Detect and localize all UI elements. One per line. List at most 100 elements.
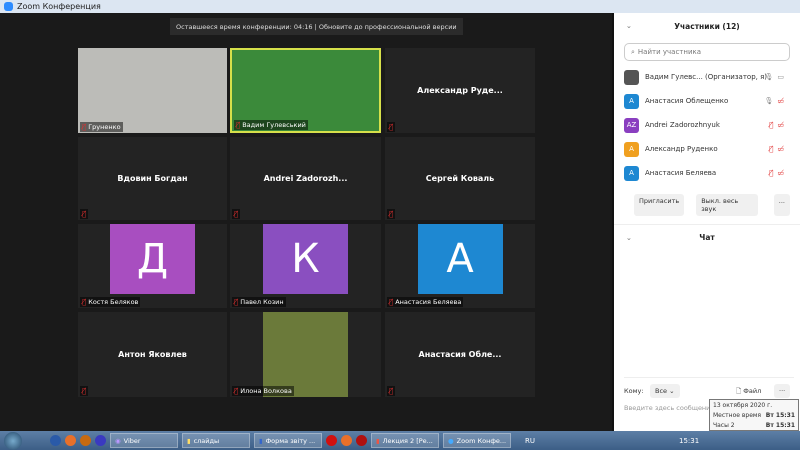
participant-item[interactable]: AZ Andrei Zadorozhnyuk 🎙̸ ▭̸ [614, 113, 800, 137]
tile-label: 🎙̸ [232, 209, 241, 219]
taskbar-zoom[interactable]: ● Zoom Конфе... [443, 433, 511, 448]
video-tile[interactable]: К 🎙̸ Павел Козин [230, 224, 381, 308]
video-tile[interactable]: 🎙̸ Илона Волкова [230, 312, 381, 397]
participant-name: Павел Козин [240, 298, 284, 306]
mic-icon[interactable]: 🎙 [764, 97, 773, 105]
tile-label: 🎙̸ [387, 386, 396, 396]
taskbar-clock[interactable]: 15:31 [679, 437, 699, 445]
video-tile[interactable]: Вдовин Богдан 🎙̸ [78, 137, 227, 220]
window-title: Zoom Конференция [17, 2, 101, 11]
participant-name: Александр Руденко [645, 145, 718, 153]
browser-icon[interactable] [95, 435, 106, 446]
participant-item[interactable]: A Александр Руденко 🎙̸ ▭̸ [614, 137, 800, 161]
video-gallery: Оставшееся время конференции: 04:16 | Об… [0, 13, 612, 431]
taskbar-label: Лекция 2 [Ре... [382, 436, 433, 445]
tile-label: 🎙̸ [387, 122, 396, 132]
recipient-dropdown[interactable]: Все ⌄ [650, 384, 680, 398]
local-time-value: Вт 15:31 [765, 412, 795, 419]
tooltip-date: 13 октября 2020 г. [713, 402, 773, 409]
taskbar-word[interactable]: ▮ Форма звіту ... [254, 433, 322, 448]
chat-input[interactable]: Введите здесь сообщение... [624, 404, 721, 412]
video-off-icon[interactable]: ▭̸ [777, 121, 784, 129]
bluetooth-icon[interactable] [50, 435, 61, 446]
zoom-logo-icon [4, 2, 13, 11]
time-remaining-banner[interactable]: Оставшееся время конференции: 04:16 | Об… [170, 18, 463, 35]
mic-muted-icon[interactable]: 🎙̸ [769, 169, 773, 177]
taskbar-label: Viber [123, 436, 141, 445]
taskbar-viber[interactable]: ◉ Viber [110, 433, 178, 448]
mic-muted-icon: 🎙̸ [234, 387, 239, 395]
participant-name: Анастасия Беляева [395, 298, 462, 306]
video-off-icon[interactable]: ▭̸ [777, 97, 784, 105]
side-panel: ⌄ Участники (12) ⌕ Найти участника Вадим Г… [612, 13, 800, 431]
participant-search-input[interactable]: ⌕ Найти участника [624, 43, 790, 61]
mute-all-button[interactable]: Выкл. весь звук [696, 194, 758, 216]
video-feed [78, 48, 227, 133]
participant-name: Антон Яковлев [118, 350, 187, 359]
video-off-icon[interactable]: ▭̸ [777, 145, 784, 153]
app-icon[interactable] [80, 435, 91, 446]
video-tile[interactable]: 🎙̸ Груненко [78, 48, 227, 133]
participant-name: Илона Волкова [240, 387, 292, 395]
mic-muted-icon: 🎙̸ [389, 387, 394, 395]
video-tile[interactable]: Andrei Zadorozh... 🎙̸ [230, 137, 381, 220]
opera-icon[interactable] [326, 435, 337, 446]
participant-name: Andrei Zadorozhnyuk [645, 121, 720, 129]
participant-list: Вадим Гулевс... (Организатор, я) 🎙 ▭ A Анаст… [614, 65, 800, 185]
participant-item[interactable]: Вадим Гулевс... (Организатор, я) 🎙 ▭ [614, 65, 800, 89]
video-tile[interactable]: Антон Яковлев 🎙̸ [78, 312, 227, 397]
video-icon[interactable]: ▭ [777, 73, 784, 81]
video-off-icon[interactable]: ▭̸ [777, 169, 784, 177]
mic-muted-icon[interactable]: 🎙̸ [769, 145, 773, 153]
tile-label: 🎙̸ [387, 209, 396, 219]
participant-name: Костя Беляков [88, 298, 139, 306]
invite-button[interactable]: Пригласить [634, 194, 685, 216]
video-tile[interactable]: Александр Руде... 🎙̸ [385, 48, 535, 133]
participant-name: Вадим Гулевс... (Организатор, я) [645, 73, 768, 81]
avatar: A [624, 141, 639, 157]
taskbar: ◉ Viber ▮ слайды ▮ Форма звіту ... ▮ Лекция … [0, 431, 800, 450]
participant-name: Анастасия Облещенко [645, 97, 729, 105]
video-tile[interactable]: Сергей Коваль 🎙̸ [385, 137, 535, 220]
tile-label: 🎙̸ [80, 386, 89, 396]
participant-actions: Пригласить Выкл. весь звук ... [614, 185, 800, 216]
participant-name: Вадим Гулевський [242, 121, 306, 129]
mic-muted-icon: 🎙̸ [82, 210, 87, 218]
participant-name: Вдовин Богдан [117, 174, 188, 183]
participant-name: Анастасия Беляева [645, 169, 717, 177]
firefox-icon[interactable] [65, 435, 76, 446]
participant-item[interactable]: A Анастасия Облещенко 🎙 ▭̸ [614, 89, 800, 113]
participant-item[interactable]: A Анастасия Беляева 🎙̸ ▭̸ [614, 161, 800, 185]
file-button[interactable]: 🗋 Файл [734, 386, 764, 399]
to-label: Кому: [624, 387, 644, 395]
video-tile[interactable]: А 🎙̸ Анастасия Беляева [385, 224, 535, 308]
chat-more-button[interactable]: ··· [774, 384, 791, 398]
clock2-value: Вт 15:31 [765, 422, 795, 429]
taskbar-label: слайды [193, 436, 220, 445]
tile-label: 🎙̸ Анастасия Беляева [387, 297, 464, 307]
word-icon: ▮ [259, 436, 263, 445]
video-tile[interactable]: 🎙̸ Вадим Гулевський [230, 48, 381, 133]
firefox-icon[interactable] [341, 435, 352, 446]
collapse-chevron-icon[interactable]: ⌄ [626, 234, 632, 242]
collapse-chevron-icon[interactable]: ⌄ [626, 22, 632, 30]
video-tile[interactable]: Д 🎙̸ Костя Беляков [78, 224, 227, 308]
tile-label: 🎙̸ Илона Волкова [232, 386, 294, 396]
mic-muted-icon[interactable]: 🎙̸ [769, 121, 773, 129]
mic-muted-icon: 🎙̸ [82, 387, 87, 395]
avatar: А [417, 224, 503, 294]
start-button[interactable] [4, 431, 22, 450]
video-feed [232, 50, 379, 131]
language-indicator[interactable]: RU [525, 437, 535, 445]
app-icon[interactable] [356, 435, 367, 446]
taskbar-label: Zoom Конфе... [456, 436, 507, 445]
viber-icon: ◉ [115, 436, 121, 445]
mic-icon[interactable]: 🎙 [764, 73, 773, 81]
taskbar-powerpoint[interactable]: ▮ Лекция 2 [Ре... [371, 433, 439, 448]
more-button[interactable]: ... [773, 194, 790, 216]
avatar: AZ [624, 117, 639, 133]
taskbar-slides-folder[interactable]: ▮ слайды [182, 433, 250, 448]
video-tile[interactable]: Анастасия Обле... 🎙̸ [385, 312, 535, 397]
participants-title: Участники (12) [674, 21, 740, 31]
avatar: Д [110, 224, 195, 294]
